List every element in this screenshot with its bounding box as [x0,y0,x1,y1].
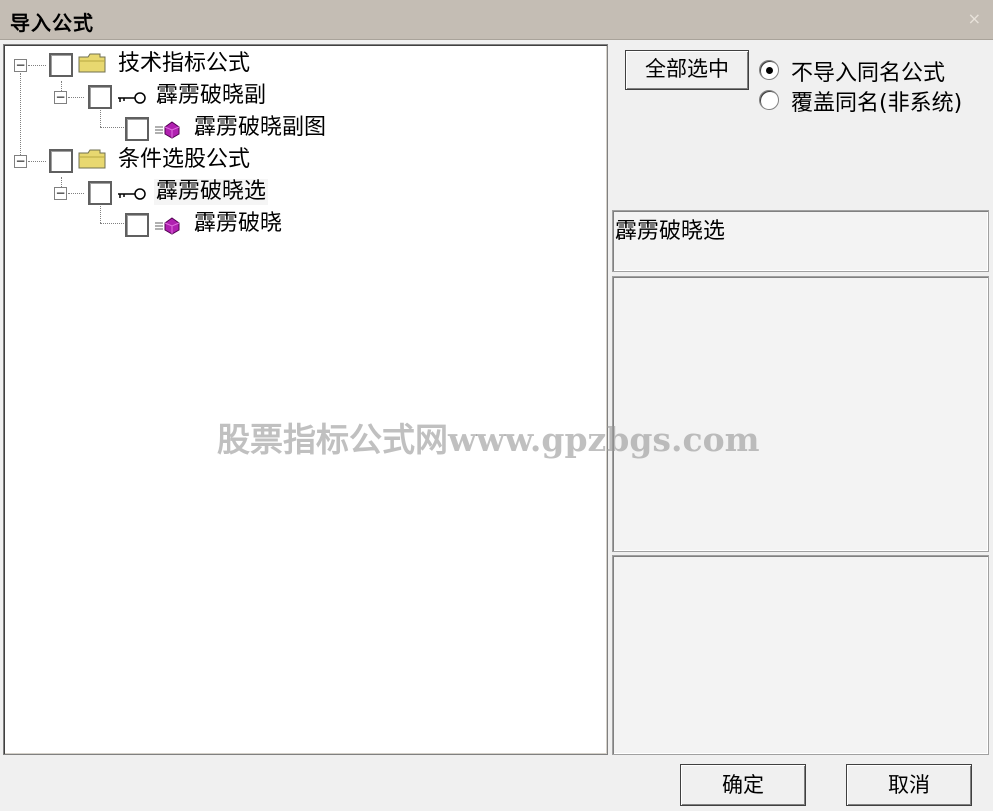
title-bar: 导入公式 × [0,0,993,40]
tree-node-label[interactable]: 条件选股公式 [118,147,250,173]
key-icon [118,188,146,200]
selected-name: 霹雳破晓选 [615,219,726,244]
tree-connector [20,73,21,161]
gem-icon [155,217,180,235]
selected-name-box: 霹雳破晓选 [612,210,989,272]
node-checkbox[interactable] [49,53,73,77]
radio-overwrite[interactable] [759,90,779,110]
ok-button[interactable]: 确定 [680,764,806,806]
tree-connector [28,65,46,66]
tree-connector [100,107,101,127]
watermark: 股票指标公式网www.gpzbgs.com [217,420,760,459]
tree-connector [100,127,124,128]
tree-node-label[interactable]: 霹雳破晓 [194,211,282,237]
tree-connector [68,193,84,194]
tree-node-label[interactable]: 霹雳破晓副图 [194,115,326,141]
expand-toggle[interactable]: − [54,187,67,200]
folder-icon [78,53,106,73]
details-box [612,555,989,755]
tree-node-label[interactable]: 技术指标公式 [118,51,250,77]
gem-icon [155,121,180,139]
node-checkbox[interactable] [125,117,149,141]
node-checkbox[interactable] [88,181,112,205]
radio-dot [766,67,773,74]
close-icon[interactable]: × [968,9,981,28]
window-title: 导入公式 [10,11,94,35]
folder-icon [78,149,106,169]
select-all-button[interactable]: 全部选中 [625,50,749,90]
radio-label[interactable]: 不导入同名公式 [791,55,945,87]
tree-connector [100,203,101,223]
expand-toggle[interactable]: − [54,91,67,104]
tree-node-label[interactable]: 霹雳破晓副 [156,83,266,109]
tree-node-label[interactable]: 霹雳破晓选 [154,179,269,205]
radio-skip-same-name[interactable] [759,60,779,80]
node-checkbox[interactable] [125,213,149,237]
formula-tree[interactable]: − 技术指标公式 − 霹雳破晓副 霹雳破晓副图 − 条件选股公式 − 霹雳破晓选 [3,44,608,755]
radio-label[interactable]: 覆盖同名(非系统) [791,85,962,117]
tree-connector [28,161,46,162]
tree-connector [100,223,124,224]
cancel-button[interactable]: 取消 [846,764,972,806]
key-icon [118,92,146,104]
expand-toggle[interactable]: − [14,59,27,72]
tree-connector [68,97,84,98]
node-checkbox[interactable] [88,85,112,109]
expand-toggle[interactable]: − [14,155,27,168]
node-checkbox[interactable] [49,149,73,173]
